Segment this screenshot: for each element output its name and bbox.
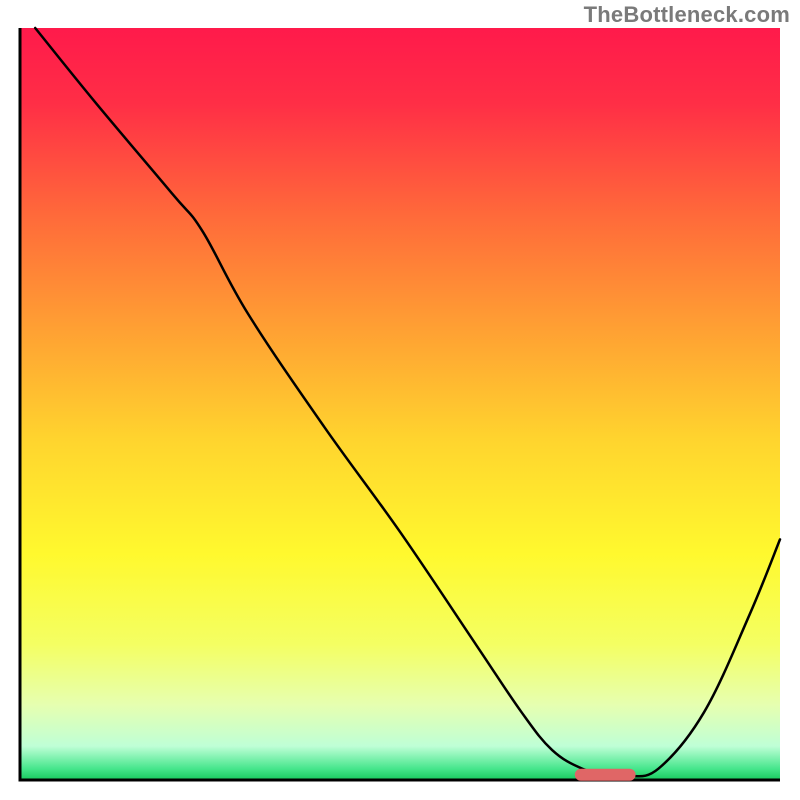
- bottleneck-chart: TheBottleneck.com: [0, 0, 800, 800]
- chart-svg: [0, 0, 800, 800]
- optimal-range-marker: [575, 769, 636, 781]
- chart-background: [20, 28, 780, 780]
- watermark-text: TheBottleneck.com: [584, 2, 790, 28]
